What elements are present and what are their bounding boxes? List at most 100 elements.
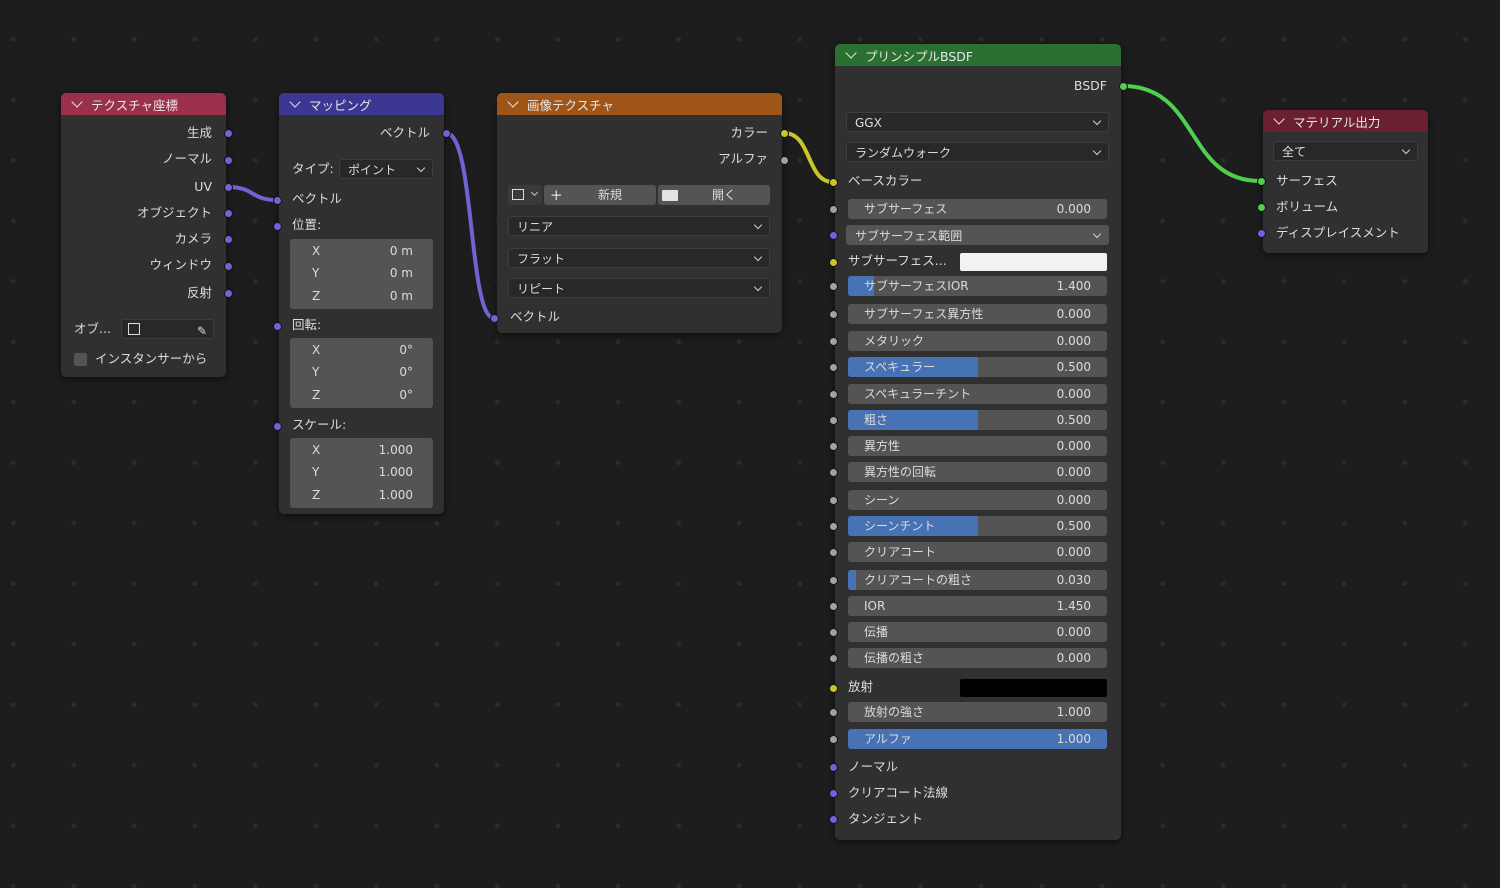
socket-float-input[interactable] <box>829 282 838 291</box>
principled-bsdf-node[interactable]: プリンシプルBSDF BSDF GGX ランダムウォーク ベースカラー サブサー… <box>835 44 1121 840</box>
socket-rotation-in[interactable] <box>273 322 282 331</box>
scale-y-field[interactable]: Y 1.000 <box>292 462 431 482</box>
socket-float-input[interactable] <box>829 602 838 611</box>
bsdf-slider[interactable]: クリアコート 0.000 <box>848 542 1107 562</box>
socket-mapping-vector-in[interactable] <box>273 196 282 205</box>
mapping-node[interactable]: マッピング ベクトル タイプ: ポイント ベクトル 位置: X 0 m Y 0 m … <box>279 93 444 514</box>
bsdf-slider[interactable]: 伝播の粗さ 0.000 <box>848 648 1107 668</box>
bsdf-slider[interactable]: IOR 1.450 <box>848 596 1107 616</box>
open-image-button[interactable]: 開く <box>658 185 770 205</box>
socket-location-in[interactable] <box>273 222 282 231</box>
socket-float-input[interactable] <box>829 310 838 319</box>
socket-mapping-output[interactable] <box>442 129 451 138</box>
scale-x-field[interactable]: X 1.000 <box>292 440 431 460</box>
bsdf-slider[interactable]: サブサーフェスIOR 1.400 <box>848 276 1107 296</box>
socket-tangent[interactable] <box>829 815 838 824</box>
socket-float-input[interactable] <box>829 522 838 531</box>
collapse-chevron-icon[interactable] <box>289 96 301 108</box>
collapse-chevron-icon[interactable] <box>845 47 857 59</box>
image-texture-node[interactable]: 画像テクスチャ カラー アルファ + 新規 開く リニア フラット リピート ベ… <box>497 93 782 333</box>
object-field[interactable]: ✎ <box>121 319 214 339</box>
socket-subsurface-color[interactable] <box>829 258 838 267</box>
projection-dropdown[interactable]: フラット <box>508 248 770 268</box>
bsdf-slider[interactable]: サブサーフェス 0.000 <box>848 199 1107 219</box>
new-image-button[interactable]: + 新規 <box>544 185 656 205</box>
socket-float-input[interactable] <box>829 735 838 744</box>
texture-coordinate-node[interactable]: テクスチャ座標 生成 ノーマル UV オブジェクト カメラ ウィンドウ 反射 オ… <box>61 93 226 377</box>
bsdf-slider[interactable]: メタリック 0.000 <box>848 331 1107 351</box>
bsdf-slider[interactable]: 異方性の回転 0.000 <box>848 462 1107 482</box>
instancer-checkbox[interactable] <box>74 353 87 366</box>
interpolation-dropdown[interactable]: リニア <box>508 216 770 236</box>
socket-float-input[interactable] <box>829 363 838 372</box>
bsdf-slider[interactable]: 伝播 0.000 <box>848 622 1107 642</box>
eyedropper-icon[interactable]: ✎ <box>197 321 207 341</box>
node-header[interactable]: 画像テクスチャ <box>497 93 782 115</box>
location-x-field[interactable]: X 0 m <box>292 241 431 261</box>
collapse-chevron-icon[interactable] <box>1273 113 1285 125</box>
socket-volume-in[interactable] <box>1257 203 1266 212</box>
scale-z-field[interactable]: Z 1.000 <box>292 485 431 505</box>
socket-clearcoat-normal[interactable] <box>829 789 838 798</box>
subsurface-color-swatch[interactable] <box>960 253 1107 271</box>
distribution-dropdown[interactable]: GGX <box>846 112 1109 132</box>
node-header[interactable]: マッピング <box>279 93 444 115</box>
material-output-node[interactable]: マテリアル出力 全て サーフェス ボリューム ディスプレイスメント <box>1263 110 1428 253</box>
rotation-y-field[interactable]: Y 0° <box>292 362 431 382</box>
location-z-field[interactable]: Z 0 m <box>292 286 431 306</box>
socket-float-input[interactable] <box>829 496 838 505</box>
socket-window[interactable] <box>224 262 233 271</box>
bsdf-slider[interactable]: 放射の強さ 1.000 <box>848 702 1107 722</box>
type-dropdown[interactable]: ポイント <box>339 159 433 179</box>
bsdf-slider[interactable]: 異方性 0.000 <box>848 436 1107 456</box>
node-header[interactable]: プリンシプルBSDF <box>835 44 1121 66</box>
socket-uv[interactable] <box>224 183 233 192</box>
rotation-x-field[interactable]: X 0° <box>292 340 431 360</box>
extension-dropdown[interactable]: リピート <box>508 278 770 298</box>
bsdf-slider[interactable]: シーンチント 0.500 <box>848 516 1107 536</box>
socket-image-vector-in[interactable] <box>490 314 499 323</box>
socket-float-input[interactable] <box>829 442 838 451</box>
socket-float-input[interactable] <box>829 654 838 663</box>
bsdf-slider[interactable]: クリアコートの粗さ 0.030 <box>848 570 1107 590</box>
socket-float-input[interactable] <box>829 628 838 637</box>
socket-bsdf-output[interactable] <box>1119 82 1128 91</box>
socket-image-alpha[interactable] <box>780 156 789 165</box>
socket-float-input[interactable] <box>829 416 838 425</box>
bsdf-slider[interactable]: シーン 0.000 <box>848 490 1107 510</box>
socket-reflection[interactable] <box>224 289 233 298</box>
socket-normal[interactable] <box>829 763 838 772</box>
emission-color-swatch[interactable] <box>960 679 1107 697</box>
location-y-field[interactable]: Y 0 m <box>292 263 431 283</box>
socket-image-color[interactable] <box>780 129 789 138</box>
subsurface-method-dropdown[interactable]: ランダムウォーク <box>846 142 1109 162</box>
socket-displacement-in[interactable] <box>1257 229 1266 238</box>
socket-normal[interactable] <box>224 156 233 165</box>
socket-object[interactable] <box>224 209 233 218</box>
socket-float-input[interactable] <box>829 205 838 214</box>
node-header[interactable]: マテリアル出力 <box>1263 110 1428 132</box>
socket-emission[interactable] <box>829 684 838 693</box>
bsdf-slider[interactable]: スペキュラーチント 0.000 <box>848 384 1107 404</box>
bsdf-slider[interactable]: スペキュラー 0.500 <box>848 357 1107 377</box>
image-browse-button[interactable] <box>508 185 542 205</box>
bsdf-slider[interactable]: アルファ 1.000 <box>848 729 1107 749</box>
collapse-chevron-icon[interactable] <box>507 96 519 108</box>
target-dropdown[interactable]: 全て <box>1273 141 1418 161</box>
subsurface-radius-dropdown[interactable]: サブサーフェス範囲 <box>846 225 1109 245</box>
socket-float-input[interactable] <box>829 708 838 717</box>
socket-scale-in[interactable] <box>273 422 282 431</box>
socket-generated[interactable] <box>224 129 233 138</box>
socket-float-input[interactable] <box>829 390 838 399</box>
bsdf-slider[interactable]: 粗さ 0.500 <box>848 410 1107 430</box>
bsdf-slider[interactable]: サブサーフェス異方性 0.000 <box>848 304 1107 324</box>
socket-camera[interactable] <box>224 235 233 244</box>
socket-base-color[interactable] <box>829 178 838 187</box>
node-header[interactable]: テクスチャ座標 <box>61 93 226 115</box>
rotation-z-field[interactable]: Z 0° <box>292 385 431 405</box>
socket-float-input[interactable] <box>829 548 838 557</box>
collapse-chevron-icon[interactable] <box>71 96 83 108</box>
socket-subsurface-radius[interactable] <box>829 231 838 240</box>
socket-float-input[interactable] <box>829 468 838 477</box>
socket-surface-in[interactable] <box>1257 177 1266 186</box>
